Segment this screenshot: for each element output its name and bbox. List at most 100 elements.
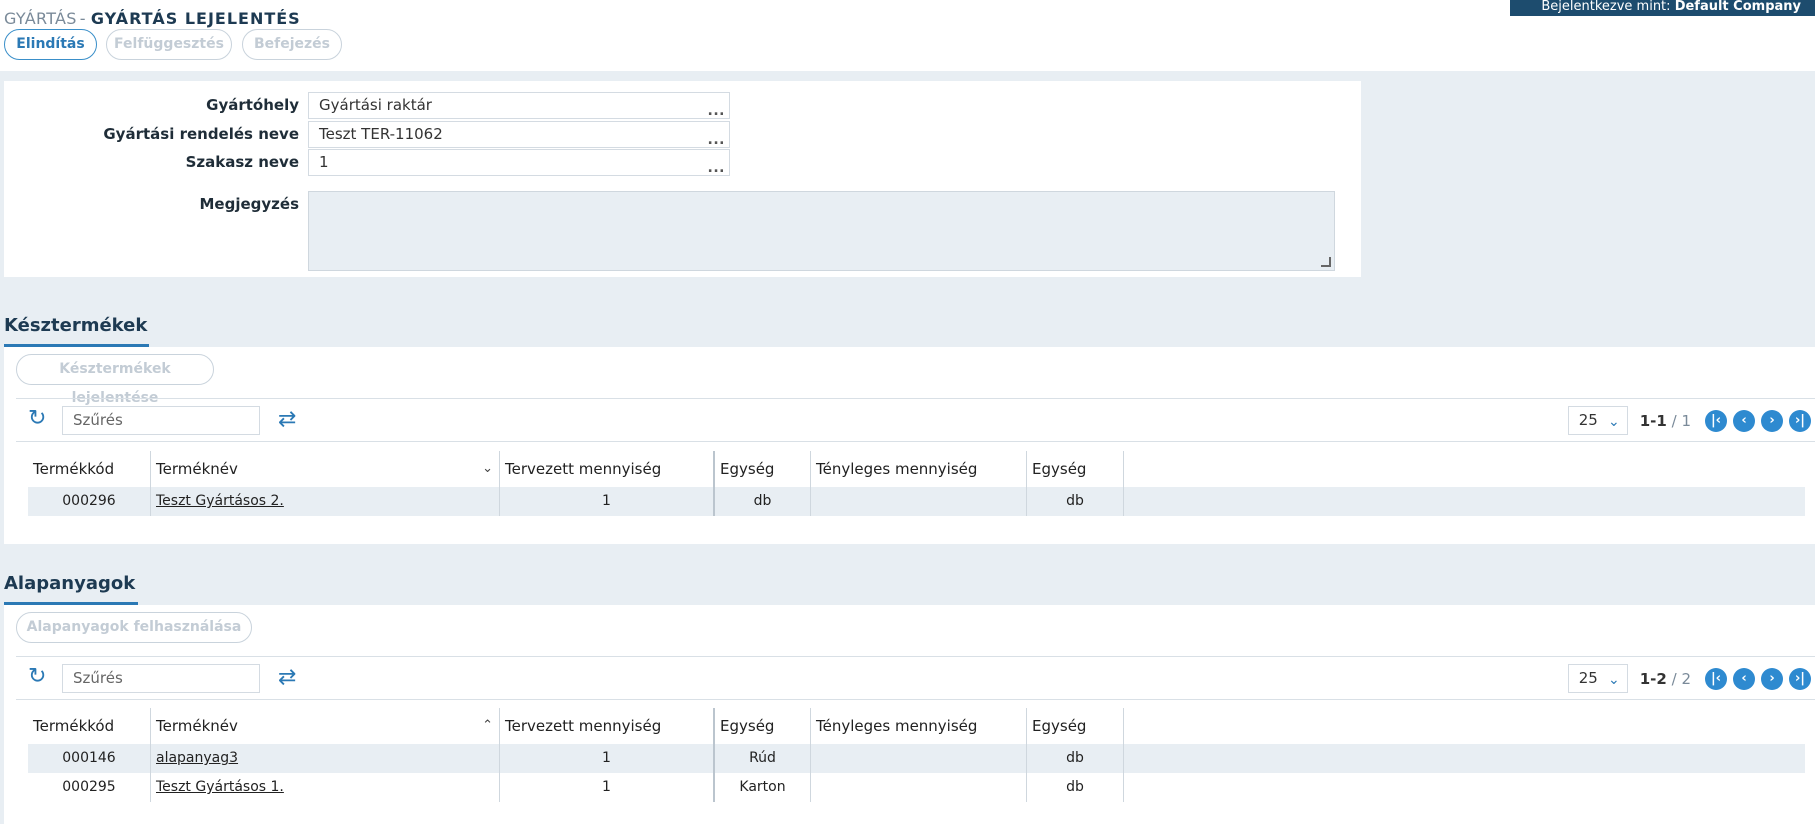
materials-pager: 25 ⌄ 1-2 / 2 |‹ ‹ › ›| [1567, 664, 1811, 693]
resize-handle-icon[interactable] [1321, 257, 1331, 267]
cell-planned: 1 [500, 487, 715, 516]
materials-section-title[interactable]: Alapanyagok [4, 573, 135, 594]
cell-name-link[interactable]: Teszt Gyártásos 2. [151, 487, 500, 516]
order-label: Gyártási rendelés neve [103, 125, 299, 143]
stage-value: 1 [319, 153, 329, 171]
cell-planned: 1 [500, 744, 715, 773]
column-header-sorted[interactable]: Terméknév ⌄ [151, 451, 500, 487]
start-button[interactable]: Elindítás [4, 29, 97, 60]
page-size-value: 25 [1578, 411, 1598, 429]
note-textarea[interactable] [308, 191, 1335, 271]
first-page-icon[interactable]: |‹ [1705, 667, 1727, 690]
breadcrumb: GYÁRTÁS - GYÁRTÁS LEJELENTÉS [4, 9, 301, 28]
cell-actual[interactable] [811, 744, 1027, 773]
cell-code: 000295 [28, 773, 151, 802]
finish-button[interactable]: Befejezés [242, 29, 342, 60]
suspend-button[interactable]: Felfüggesztés [106, 29, 232, 60]
table-row[interactable]: 000146 alapanyag3 1 Rúd db [28, 744, 1805, 773]
order-field[interactable]: Teszt TER-11062 ... [308, 121, 730, 148]
cell-code: 000296 [28, 487, 151, 516]
cell-unit2: db [1027, 487, 1124, 516]
sort-asc-icon[interactable]: ⌃ [482, 708, 493, 744]
cell-actual[interactable] [811, 773, 1027, 802]
next-page-icon[interactable]: › [1761, 667, 1783, 690]
page-size-value: 25 [1578, 669, 1598, 687]
cell-unit: Rúd [715, 744, 811, 773]
cell-unit2: db [1027, 744, 1124, 773]
stage-label: Szakasz neve [185, 153, 299, 171]
column-header[interactable]: Tényleges mennyiség [811, 708, 1027, 744]
site-value: Gyártási raktár [319, 96, 432, 114]
stage-field[interactable]: 1 ... [308, 149, 730, 176]
column-header-sorted[interactable]: Terméknév ⌃ [151, 708, 500, 744]
column-header[interactable]: Tervezett mennyiség [500, 451, 715, 487]
breadcrumb-parent[interactable]: GYÁRTÁS [4, 9, 77, 28]
cell-unit: db [715, 487, 811, 516]
materials-toolbar: ↻ Szűrés ⇄ 25 ⌄ 1-2 / 2 |‹ ‹ › ›| [16, 656, 1815, 700]
table-row[interactable]: 000295 Teszt Gyártásos 1. 1 Karton db [28, 773, 1805, 802]
sort-desc-icon[interactable]: ⌄ [482, 451, 493, 487]
materials-filter-input[interactable]: Szűrés [62, 664, 260, 693]
column-header[interactable]: Egység [715, 708, 811, 744]
column-header[interactable]: Egység [715, 451, 811, 487]
finished-section-title[interactable]: Késztermékek [4, 315, 147, 336]
cell-planned: 1 [500, 773, 715, 802]
column-header[interactable]: Termékkód [28, 451, 151, 487]
page-total: 1 [1681, 411, 1691, 430]
last-page-icon[interactable]: ›| [1789, 667, 1811, 690]
column-header[interactable]: Egység [1027, 708, 1124, 744]
column-header-label: Terméknév [156, 460, 238, 478]
finished-filter-input[interactable]: Szűrés [62, 406, 260, 435]
first-page-icon[interactable]: |‹ [1705, 409, 1727, 432]
finished-page-size-select[interactable]: 25 ⌄ [1567, 406, 1628, 435]
swap-icon[interactable]: ⇄ [278, 667, 296, 689]
cell-actual[interactable] [811, 487, 1027, 516]
cell-name-link[interactable]: Teszt Gyártásos 1. [151, 773, 500, 802]
finished-page-info: 1-1 / 1 [1640, 412, 1691, 430]
next-page-icon[interactable]: › [1761, 409, 1783, 432]
last-page-icon[interactable]: ›| [1789, 409, 1811, 432]
column-header[interactable]: Tervezett mennyiség [500, 708, 715, 744]
materials-panel: Alapanyagok felhasználása ↻ Szűrés ⇄ 25 … [4, 605, 1815, 824]
grid-header: Termékkód Terméknév ⌄ Tervezett mennyisé… [28, 451, 1805, 487]
chevron-down-icon: ⌄ [1607, 414, 1620, 430]
user-name[interactable]: Default Company [1675, 0, 1801, 14]
page-sep: / [1671, 411, 1677, 430]
table-row[interactable]: 000296 Teszt Gyártásos 2. 1 db db [28, 487, 1805, 516]
stage-lookup-icon[interactable]: ... [708, 156, 725, 181]
chevron-down-icon: ⌄ [1607, 672, 1620, 688]
cell-code: 000146 [28, 744, 151, 773]
column-header[interactable]: Egység [1027, 451, 1124, 487]
use-materials-button[interactable]: Alapanyagok felhasználása [16, 612, 252, 643]
site-field[interactable]: Gyártási raktár ... [308, 92, 730, 119]
report-finished-button[interactable]: Késztermékek lejelentése [16, 354, 214, 406]
note-label: Megjegyzés [199, 195, 300, 213]
user-bar: Bejelentkezve mint: Default Company [1510, 0, 1815, 16]
page-total: 2 [1681, 669, 1691, 688]
swap-icon[interactable]: ⇄ [278, 409, 296, 431]
finished-pager: 25 ⌄ 1-1 / 1 |‹ ‹ › ›| [1567, 406, 1811, 435]
cell-unit: Karton [715, 773, 811, 802]
column-header[interactable]: Termékkód [28, 708, 151, 744]
page-sep: / [1671, 669, 1677, 688]
finished-panel: Késztermékek lejelentése ↻ Szűrés ⇄ 25 ⌄… [4, 347, 1815, 544]
page-range: 1-1 [1639, 411, 1667, 430]
cell-name-link[interactable]: alapanyag3 [151, 744, 500, 773]
materials-page-size-select[interactable]: 25 ⌄ [1567, 664, 1628, 693]
prev-page-icon[interactable]: ‹ [1733, 667, 1755, 690]
page-range: 1-2 [1639, 669, 1667, 688]
refresh-icon[interactable]: ↻ [28, 666, 48, 688]
site-label: Gyártóhely [206, 96, 299, 114]
finished-toolbar: ↻ Szűrés ⇄ 25 ⌄ 1-1 / 1 |‹ ‹ › ›| [16, 398, 1815, 442]
header-form: Gyártóhely Gyártási raktár ... Gyártási … [4, 81, 1361, 277]
prev-page-icon[interactable]: ‹ [1733, 409, 1755, 432]
breadcrumb-separator: - [79, 9, 86, 28]
cell-unit2: db [1027, 773, 1124, 802]
column-header[interactable]: Tényleges mennyiség [811, 451, 1027, 487]
page-title: GYÁRTÁS LEJELENTÉS [90, 9, 301, 28]
order-value: Teszt TER-11062 [319, 125, 443, 143]
grid-header: Termékkód Terméknév ⌃ Tervezett mennyisé… [28, 708, 1805, 744]
user-prefix: Bejelentkezve mint: [1541, 0, 1671, 14]
refresh-icon[interactable]: ↻ [28, 408, 48, 430]
column-header-label: Terméknév [156, 717, 238, 735]
